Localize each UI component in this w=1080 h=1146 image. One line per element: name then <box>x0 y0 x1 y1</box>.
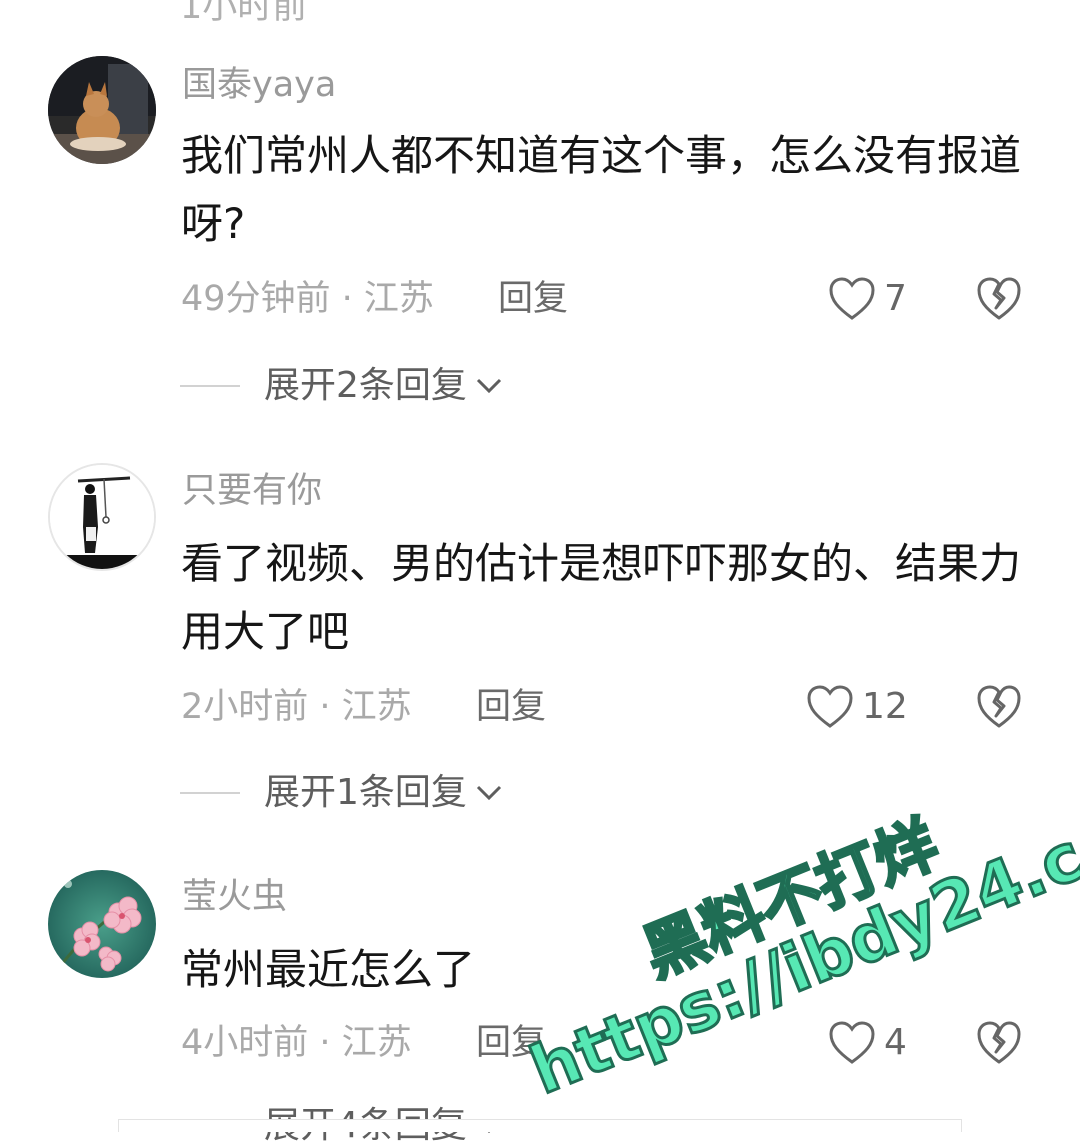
like-button[interactable]: 4 <box>828 1020 907 1066</box>
previous-comment-timestamp: 1小时前 <box>180 0 308 27</box>
like-count: 4 <box>884 1022 907 1063</box>
previous-like-icon[interactable] <box>860 0 900 8</box>
heart-icon <box>829 1021 875 1064</box>
chevron-down-icon <box>476 785 501 801</box>
like-button[interactable]: 7 <box>828 276 907 322</box>
divider-line <box>180 385 240 387</box>
username[interactable]: 国泰yaya <box>182 68 336 103</box>
reply-button[interactable]: 回复 <box>498 282 568 317</box>
comment-meta: 2小时前 · 江苏 <box>181 687 412 727</box>
comment-meta: 49分钟前 · 江苏 <box>181 279 434 319</box>
broken-heart-icon[interactable] <box>976 684 1022 730</box>
comment-text: 我们常州人都不知道有这个事，怎么没有报道呀? <box>181 131 1022 248</box>
heart-icon <box>829 277 875 320</box>
bottom-input-bar[interactable] <box>118 1119 962 1132</box>
expand-replies-label: 展开1条回复 <box>264 772 467 813</box>
username[interactable]: 只要有你 <box>182 474 322 509</box>
username[interactable]: 莹火虫 <box>182 880 287 915</box>
broken-heart-icon[interactable] <box>976 276 1022 322</box>
heart-icon <box>807 685 853 728</box>
broken-heart-icon[interactable] <box>976 1020 1022 1066</box>
comment-text: 看了视频、男的估计是想吓吓那女的、结果力用大了吧 <box>181 539 1022 656</box>
reply-button[interactable]: 回复 <box>476 690 546 725</box>
avatar[interactable] <box>48 463 156 571</box>
previous-dislike-icon[interactable] <box>978 0 1018 8</box>
expand-replies-label: 展开2条回复 <box>264 365 467 406</box>
expand-replies-button[interactable]: 展开1条回复 <box>180 775 503 811</box>
comment-meta: 4小时前 · 江苏 <box>181 1023 412 1063</box>
like-count: 7 <box>884 278 907 319</box>
divider-line <box>180 792 240 794</box>
avatar[interactable] <box>48 56 156 164</box>
chevron-down-icon <box>476 378 501 394</box>
like-count: 12 <box>862 686 908 727</box>
avatar[interactable] <box>48 870 156 978</box>
expand-replies-button[interactable]: 展开2条回复 <box>180 368 503 404</box>
like-button[interactable]: 12 <box>806 684 908 730</box>
